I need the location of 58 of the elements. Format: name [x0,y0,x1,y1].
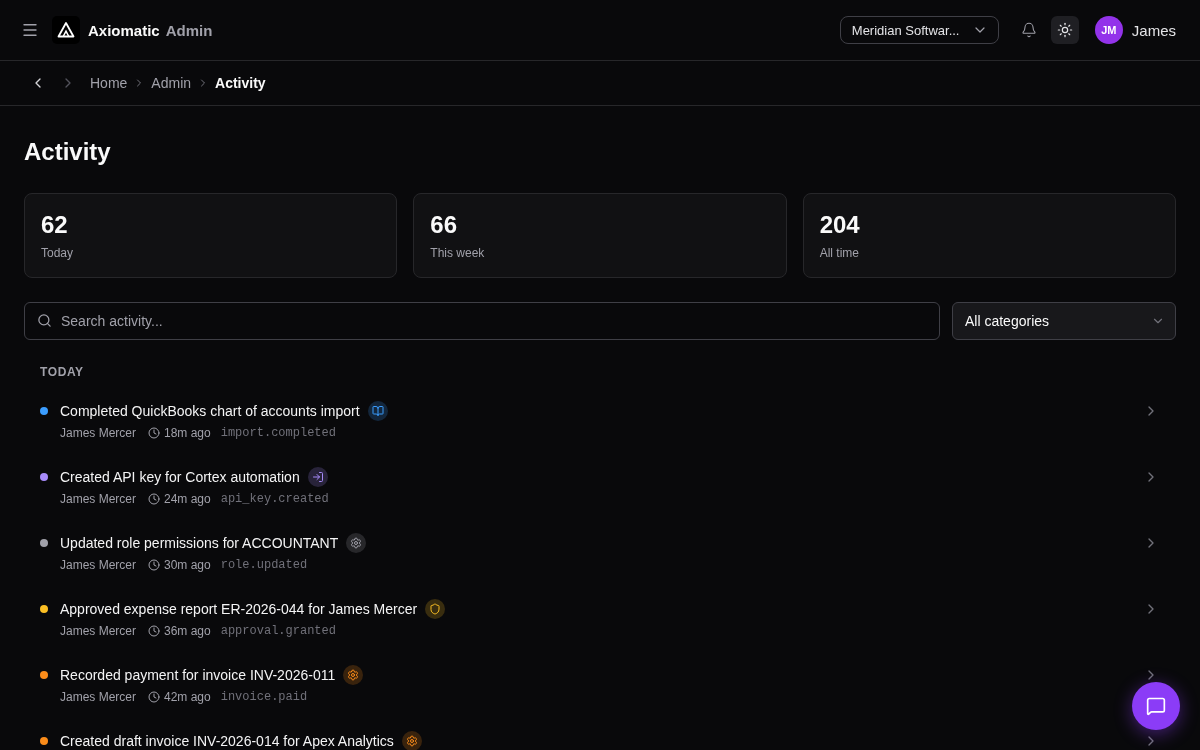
event-code: import.completed [220,426,336,440]
clock-icon [148,559,160,571]
activity-title: Created API key for Cortex automation [60,468,300,487]
author-name: James Mercer [60,426,136,440]
arrow-into-bracket-icon [307,467,328,487]
group-heading: TODAY [40,364,85,380]
clock-icon [148,427,160,439]
event-code: invoice.paid [220,690,308,704]
chat-bubble-icon [1146,696,1166,716]
clock-icon [148,691,160,703]
workspace-select[interactable]: Meridian Softwar... [839,16,999,44]
author-name: James Mercer [60,558,136,572]
menu-icon [21,21,39,39]
activity-title: Completed QuickBooks chart of accounts import [60,402,360,421]
breadcrumb-link[interactable]: Admin [151,75,192,91]
timestamp: 36m ago [164,624,211,638]
stat-value: 204 [819,210,861,240]
gear-icon [346,533,367,553]
author-name: James Mercer [60,492,136,506]
brand-suffix: Admin [165,21,213,39]
page-title: Activity [24,137,112,167]
book-icon [367,401,388,421]
event-code: role.updated [220,558,308,572]
stat-label: All time [819,245,860,261]
timestamp: 24m ago [164,492,211,506]
clock-icon [148,625,160,637]
chat-button[interactable] [1132,682,1180,730]
sun-icon [1056,22,1073,38]
breadcrumb-current: Activity [215,75,266,91]
stat-label: This week [430,245,486,261]
brand-name: Axiomatic [88,21,160,39]
timestamp: 30m ago [164,558,211,572]
logo-icon [52,16,80,44]
author-name: James Mercer [60,690,136,704]
timestamp: 18m ago [164,426,211,440]
user-avatar[interactable]: JM [1094,16,1123,44]
activity-title: Recorded payment for invoice INV-2026-011 [60,666,336,685]
search-field[interactable]: Search activity... [24,302,940,340]
category-select[interactable]: All categories [952,302,1176,340]
search-icon [37,313,52,328]
gear-icon [401,731,422,750]
bell-icon [1020,22,1037,38]
theme-toggle-button[interactable] [1050,16,1079,44]
activity-title: Created draft invoice INV-2026-014 for Apex Analytics [60,732,394,750]
clock-icon [148,493,160,505]
timestamp: 42m ago [164,690,211,704]
event-code: approval.granted [220,624,336,638]
activity-title: Updated role permissions for ACCOUNTANT [60,534,339,553]
stat-value: 62 [41,210,69,240]
stat-label: Today [41,245,75,261]
gear-icon [343,665,364,685]
event-code: api_key.created [220,492,329,506]
author-name: James Mercer [60,624,136,638]
shield-icon [425,599,446,619]
breadcrumb-link[interactable]: Home [90,75,128,91]
activity-title: Approved expense report ER-2026-044 for James Mercer [60,600,418,619]
stat-value: 66 [430,210,459,240]
user-name: James [1131,21,1176,39]
